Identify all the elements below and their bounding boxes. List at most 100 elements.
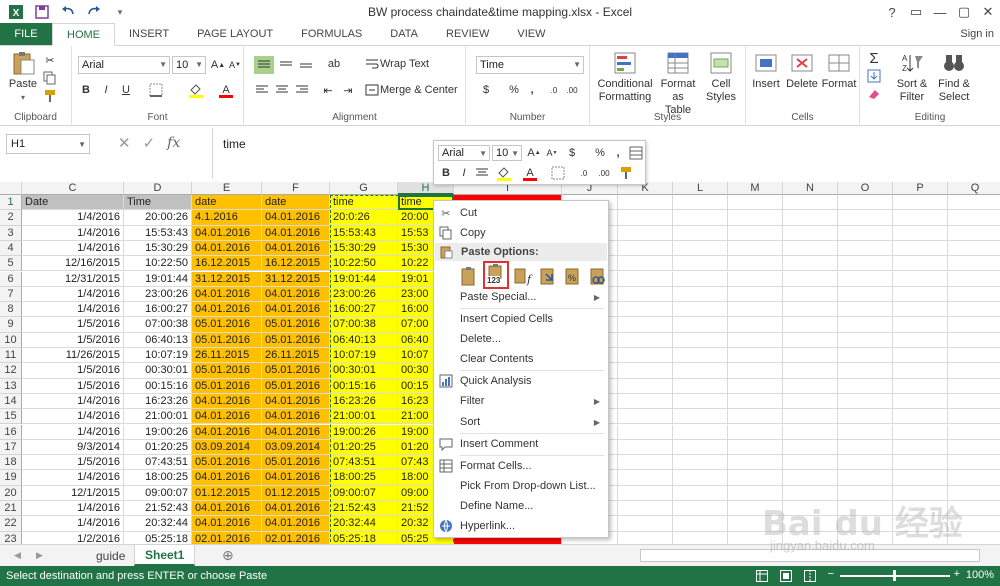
cell[interactable]: 16.12.2015 xyxy=(192,256,262,272)
cell[interactable] xyxy=(838,225,893,241)
cell[interactable] xyxy=(893,439,948,456)
cell[interactable]: 1/4/2016 xyxy=(22,470,124,486)
cell[interactable] xyxy=(948,302,1000,318)
row-header[interactable]: 17 xyxy=(0,439,22,456)
cell[interactable] xyxy=(618,378,673,394)
row-header[interactable]: 11 xyxy=(0,348,22,364)
tab-data[interactable]: DATA xyxy=(376,23,432,45)
cell[interactable]: 04.01.2016 xyxy=(262,470,330,486)
cell[interactable] xyxy=(783,317,838,333)
page-layout-view-icon[interactable] xyxy=(780,570,792,585)
paste-default-icon[interactable] xyxy=(458,265,480,287)
cell[interactable]: 04.01.2016 xyxy=(192,424,262,440)
cell[interactable]: 02.01.2016 xyxy=(262,531,330,544)
cell[interactable] xyxy=(838,348,893,364)
align-bottom-icon[interactable] xyxy=(298,56,314,72)
cell[interactable] xyxy=(673,240,728,257)
cell[interactable] xyxy=(838,393,893,410)
cell[interactable] xyxy=(838,271,893,287)
cell[interactable] xyxy=(673,363,728,379)
cell[interactable]: 01.12.2015 xyxy=(192,485,262,501)
cell[interactable]: 04.01.2016 xyxy=(262,286,330,303)
menu-item-delete[interactable]: Delete... xyxy=(434,329,608,349)
cell[interactable]: 31.12.2015 xyxy=(192,271,262,287)
menu-item-sort[interactable]: Sort ▶ xyxy=(434,412,608,432)
cell[interactable] xyxy=(728,348,783,364)
undo-icon[interactable] xyxy=(60,4,76,20)
cell[interactable] xyxy=(948,348,1000,364)
cell[interactable]: 04.01.2016 xyxy=(262,516,330,532)
cell[interactable] xyxy=(893,210,948,226)
cell[interactable] xyxy=(838,286,893,303)
normal-view-icon[interactable] xyxy=(756,570,768,585)
cell[interactable] xyxy=(673,225,728,241)
paste-button[interactable]: Paste ▾ xyxy=(6,50,40,104)
mini-align-center-icon[interactable] xyxy=(474,165,490,181)
cell[interactable] xyxy=(673,378,728,394)
number-format-select[interactable]: Time ▼ xyxy=(476,56,584,74)
row-header[interactable]: 15 xyxy=(0,409,22,425)
scroll-right-icon[interactable]: ▶ xyxy=(26,545,53,566)
cell[interactable] xyxy=(838,378,893,394)
cell[interactable] xyxy=(728,286,783,303)
cell[interactable] xyxy=(948,425,1000,440)
format-cells-button[interactable]: Format xyxy=(820,50,858,91)
cell[interactable]: 01:20:25 xyxy=(124,439,192,456)
align-top-icon[interactable] xyxy=(254,56,274,74)
fill-icon[interactable] xyxy=(866,68,882,84)
cell[interactable]: 01.12.2015 xyxy=(262,485,330,501)
cell[interactable] xyxy=(618,516,673,532)
column-header[interactable]: F xyxy=(262,182,330,195)
zoom-level[interactable]: 100% xyxy=(966,569,994,581)
ribbon-display-button[interactable]: ▭ xyxy=(904,0,928,24)
cell[interactable]: 04.01.2016 xyxy=(262,409,330,425)
cell[interactable] xyxy=(673,317,728,333)
cell[interactable]: 1/4/2016 xyxy=(22,393,124,410)
cell[interactable]: time xyxy=(330,195,398,211)
cell[interactable] xyxy=(783,225,838,241)
row-header[interactable]: 13 xyxy=(0,378,22,394)
cell[interactable]: 04.01.2016 xyxy=(192,501,262,517)
row-header[interactable]: 2 xyxy=(0,210,22,226)
row-header[interactable]: 14 xyxy=(0,393,22,410)
italic-button[interactable]: I xyxy=(98,82,114,98)
cell[interactable] xyxy=(893,363,948,379)
mini-currency-button[interactable]: $ xyxy=(564,145,580,161)
clear-icon[interactable] xyxy=(866,86,882,102)
cell[interactable]: 05.01.2016 xyxy=(262,317,330,333)
cell[interactable] xyxy=(783,363,838,379)
cell[interactable]: 05.01.2016 xyxy=(262,332,330,348)
cell[interactable] xyxy=(948,455,1000,471)
cell[interactable]: 26.11.2015 xyxy=(262,348,330,364)
cell[interactable] xyxy=(948,333,1000,348)
cell[interactable] xyxy=(618,302,673,318)
cell[interactable] xyxy=(618,195,673,211)
cell[interactable]: 00:30:01 xyxy=(124,363,192,379)
cell[interactable] xyxy=(948,440,1000,456)
row-header[interactable]: 7 xyxy=(0,286,22,303)
cell[interactable]: 07:43:51 xyxy=(124,455,192,471)
cell[interactable] xyxy=(783,439,838,456)
align-middle-icon[interactable] xyxy=(278,56,294,72)
insert-function-icon[interactable]: fx xyxy=(167,135,180,151)
redo-icon[interactable] xyxy=(86,4,102,20)
cell[interactable] xyxy=(783,470,838,486)
cell[interactable] xyxy=(838,332,893,348)
comma-button[interactable]: , xyxy=(524,82,540,98)
menu-item-copy[interactable]: Copy xyxy=(434,223,608,243)
cell[interactable]: 20:00:26 xyxy=(124,210,192,226)
borders-icon[interactable] xyxy=(148,82,164,98)
cell[interactable]: 06:40:13 xyxy=(330,332,398,348)
cell[interactable] xyxy=(618,501,673,517)
sheet-tab-guide[interactable]: guide xyxy=(86,545,135,566)
cell[interactable]: 04.01.2016 xyxy=(192,286,262,303)
cell[interactable] xyxy=(783,286,838,303)
menu-item-hyperlink[interactable]: Hyperlink... xyxy=(434,516,608,536)
cell[interactable]: 04.01.2016 xyxy=(262,393,330,410)
cut-icon[interactable]: ✂ xyxy=(42,52,58,68)
cell[interactable]: 05.01.2016 xyxy=(192,317,262,333)
cell[interactable] xyxy=(673,393,728,410)
mini-increase-decimal-icon[interactable]: .0 xyxy=(576,165,592,181)
menu-item-filter[interactable]: Filter ▶ xyxy=(434,391,608,411)
row-header[interactable]: 5 xyxy=(0,256,22,272)
